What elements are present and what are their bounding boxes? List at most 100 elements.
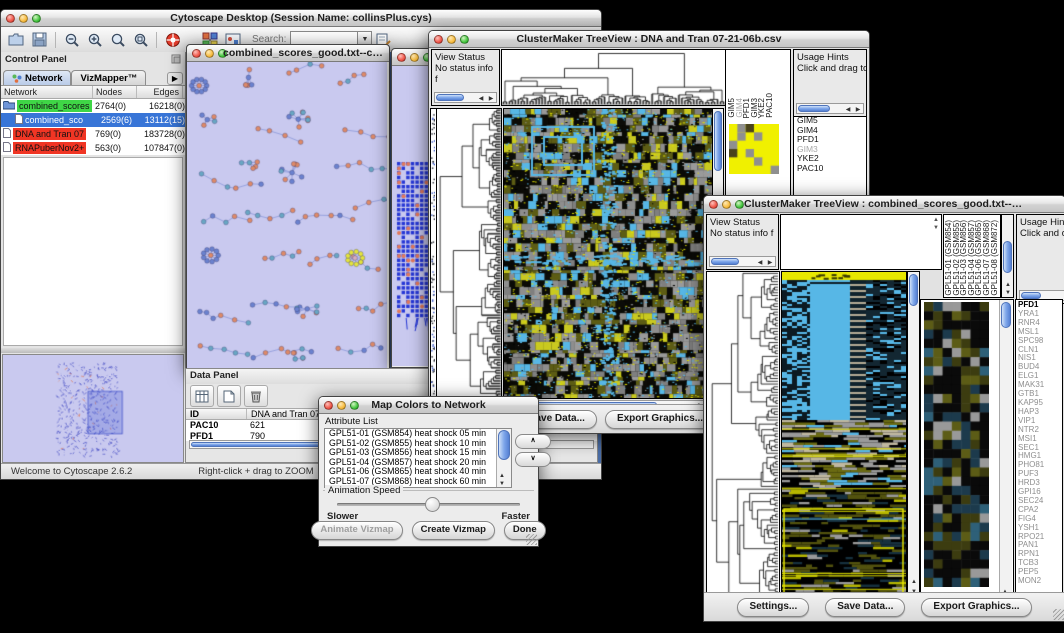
tv2-row-dendrogram-pane[interactable] (706, 271, 780, 605)
zoom-fit-icon[interactable] (130, 30, 151, 50)
tv2-column-label[interactable]: GPL51-08 (GSM872) (991, 220, 999, 296)
close-button[interactable] (397, 53, 406, 62)
network-name-cell[interactable]: combined_sco (1, 114, 101, 126)
close-button[interactable] (192, 49, 201, 58)
tv2-heatmap-vscrollbar[interactable]: ▲▼ (907, 271, 920, 605)
scroll-thumb[interactable] (1001, 302, 1011, 328)
move-up-button[interactable]: ∧ (515, 434, 551, 449)
minimize-button[interactable] (447, 35, 456, 44)
tv1-heatmap-pane[interactable] (503, 108, 713, 399)
close-button[interactable] (434, 35, 443, 44)
tv1-column-label[interactable]: PAC10 (766, 93, 774, 118)
scroll-thumb[interactable] (798, 105, 830, 112)
tv1-column-dendrogram-pane[interactable] (501, 49, 726, 106)
close-button[interactable] (6, 14, 15, 23)
birdseye-overview[interactable] (2, 354, 184, 463)
scroll-thumb[interactable] (498, 430, 510, 460)
scroll-thumb[interactable] (714, 111, 722, 171)
col-network[interactable]: Network (1, 86, 93, 98)
new-attribute-icon[interactable] (217, 385, 241, 407)
close-button[interactable] (324, 401, 333, 410)
col-id[interactable]: ID (186, 409, 247, 419)
scroll-thumb[interactable] (909, 274, 918, 306)
tv2-heatmap[interactable] (782, 272, 906, 604)
tv1-gene-label[interactable]: PAC10 (797, 164, 865, 174)
scroll-thumb[interactable] (711, 258, 739, 265)
zoom-button[interactable] (32, 14, 41, 23)
treeview2-title: ClusterMaker TreeView : combined_scores_… (744, 198, 1025, 210)
zoom-selected-icon[interactable] (107, 30, 128, 50)
animate-vizmap-button[interactable]: Animate Vizmap (311, 521, 402, 540)
minimize-button[interactable] (19, 14, 28, 23)
float-panel-icon[interactable] (171, 54, 181, 67)
select-attributes-icon[interactable] (190, 385, 214, 407)
col-edges[interactable]: Edges (137, 86, 183, 98)
tv1-row-dendrogram-pane[interactable] (436, 108, 502, 399)
treeview1-title-bar[interactable]: ClusterMaker TreeView : DNA and Tran 07-… (429, 31, 869, 48)
tab-network[interactable]: Network (3, 70, 71, 85)
attribute-list[interactable]: GPL51-01 (GSM854) heat shock 05 minGPL51… (324, 428, 512, 488)
done-button[interactable]: Done (504, 521, 546, 540)
tv2-button-settings-[interactable]: Settings... (737, 598, 809, 617)
tv2-heatmap-pane[interactable] (781, 271, 907, 605)
main-title-bar[interactable]: Cytoscape Desktop (Session Name: collins… (1, 10, 601, 27)
tv1-hints-hscrollbar[interactable]: ◀▶ (796, 103, 864, 114)
move-down-button[interactable]: ∨ (515, 452, 551, 467)
resize-grip[interactable] (526, 534, 537, 545)
open-session-icon[interactable] (6, 30, 27, 50)
create-vizmap-button[interactable]: Create Vizmap (412, 521, 495, 540)
scroll-thumb[interactable] (436, 94, 464, 101)
slider-knob[interactable] (425, 497, 440, 512)
attribute-list-scrollbar[interactable]: ▲▼ (496, 429, 511, 487)
resize-grip[interactable] (1053, 609, 1064, 620)
tv2-zoom-heatmap[interactable] (924, 302, 989, 587)
network-table-row[interactable]: RNAPuberNov2+563(0)107847(0) (1, 141, 185, 155)
tv1-status-hscrollbar[interactable]: ◀▶ (434, 92, 497, 103)
network-name-cell[interactable]: RNAPuberNov2+ (1, 142, 95, 154)
treeview2-title-bar[interactable]: ClusterMaker TreeView : combined_scores_… (704, 196, 1064, 213)
view-status-text: No status info f (435, 63, 496, 85)
minimize-button[interactable] (205, 49, 214, 58)
scroll-thumb[interactable] (1021, 292, 1041, 299)
minimize-button[interactable] (410, 53, 419, 62)
save-session-icon[interactable] (29, 30, 50, 50)
network-table-row[interactable]: combined_scores2764(0)16218(0) (1, 99, 185, 113)
zoom-in-icon[interactable] (84, 30, 105, 50)
tv2-column-tree-pane[interactable]: ▲▼ (780, 214, 942, 270)
network-table-row[interactable]: combined_sco2569(6)13112(15) (1, 113, 185, 127)
animation-speed-slider[interactable] (337, 503, 520, 506)
delete-attribute-icon[interactable] (244, 385, 268, 407)
zoom-out-icon[interactable] (61, 30, 82, 50)
zoom-button[interactable] (460, 35, 469, 44)
network-view-title-bar[interactable]: combined_scores_good.txt--cluste... (187, 45, 389, 62)
tv2-gene-list[interactable]: PFD1YRA1RNR4MSL1SPC98CLN1NIS1BUD4ELG1MAK… (1018, 301, 1061, 603)
network-name-cell[interactable]: DNA and Tran 07 (1, 128, 95, 140)
network-table-row[interactable]: DNA and Tran 07769(0)183728(0) (1, 127, 185, 141)
tv2-button-export-graphics-[interactable]: Export Graphics... (921, 598, 1031, 617)
dialog-title-bar[interactable]: Map Colors to Network (319, 397, 538, 414)
network-canvas[interactable] (187, 62, 387, 368)
tv2-button-save-data-[interactable]: Save Data... (825, 598, 905, 617)
tab-vizmapper[interactable]: VizMapper™ (71, 70, 146, 85)
minimize-button[interactable] (722, 200, 731, 209)
help-lifering-icon[interactable] (162, 30, 183, 50)
tv1-column-dendrogram[interactable] (502, 50, 725, 105)
zoom-button[interactable] (735, 200, 744, 209)
tv1-minimap-heatmap[interactable] (729, 124, 779, 174)
tv2-row-dendrogram[interactable] (707, 272, 779, 604)
tv2-gene-label[interactable]: MON2 (1018, 577, 1061, 586)
network-tree-empty-area[interactable] (3, 157, 183, 346)
close-button[interactable] (709, 200, 718, 209)
tv2-status-hscrollbar[interactable]: ◀▶ (709, 256, 776, 267)
col-nodes[interactable]: Nodes (93, 86, 137, 98)
tv2-zoom-vscrollbar[interactable]: ▲▼ (999, 300, 1012, 604)
network-name-cell[interactable]: combined_scores (1, 100, 95, 112)
scroll-thumb[interactable] (1003, 241, 1012, 273)
more-tabs-button[interactable]: ▶ (167, 72, 183, 85)
tv2-labels-vscrollbar[interactable]: ▲▼ (1001, 214, 1014, 298)
panel-splitter[interactable] (1, 348, 185, 353)
tv1-row-dendrogram[interactable] (437, 109, 501, 398)
tv1-button-export-graphics-[interactable]: Export Graphics... (605, 410, 715, 429)
tv1-heatmap[interactable] (504, 109, 712, 398)
tv2-zoom-pane[interactable]: ▲▼ (920, 299, 1014, 605)
